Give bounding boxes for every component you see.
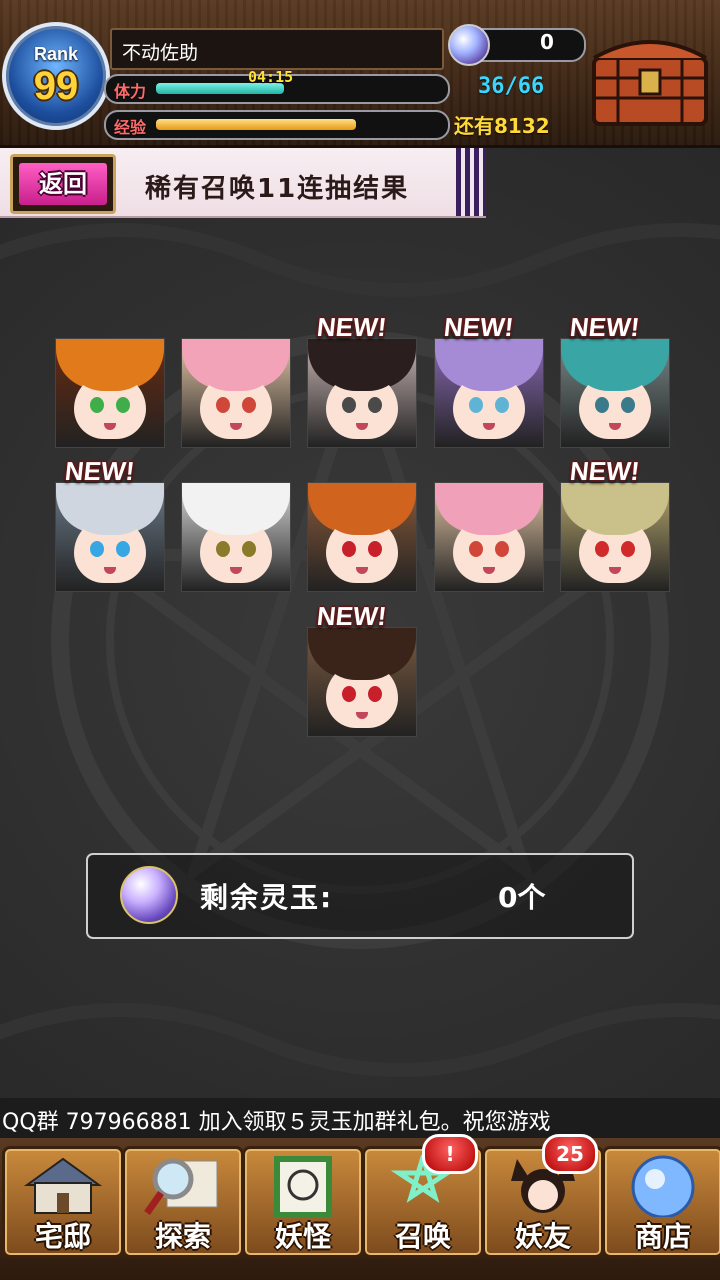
character-eye	[342, 686, 356, 702]
nav-label: 宅邸	[34, 1220, 91, 1253]
magnifier-map-icon	[143, 1155, 223, 1217]
character-eye	[621, 541, 635, 557]
summon-card[interactable]	[434, 338, 544, 448]
character-eye	[368, 397, 382, 413]
summon-card[interactable]	[55, 482, 165, 592]
exp-label: 经验	[114, 118, 147, 137]
summon-card[interactable]	[434, 482, 544, 592]
nav-label: 召唤	[394, 1220, 451, 1253]
notification-badge: 25	[542, 1134, 598, 1174]
scroll-icon	[263, 1155, 343, 1218]
back-button-label: 返回	[39, 170, 87, 198]
nav-button-宅邸[interactable]: 宅邸	[2, 1146, 124, 1258]
character-eye	[242, 541, 256, 557]
new-badge: NEW!	[442, 312, 515, 342]
summon-card[interactable]	[181, 338, 291, 448]
house-icon	[23, 1155, 103, 1217]
new-badge: NEW!	[568, 312, 641, 342]
character-eye	[216, 397, 230, 413]
rank-badge: Rank 99	[2, 22, 110, 130]
summon-card[interactable]	[55, 338, 165, 448]
character-eye	[595, 397, 609, 413]
spirit-orb-icon	[120, 866, 178, 924]
player-name-box: 不动佐助	[110, 28, 444, 70]
summon-card[interactable]	[560, 482, 670, 592]
summon-card[interactable]	[307, 627, 417, 737]
ticker-text: QQ群 797966881 加入领取５灵玉加群礼包。祝您游戏	[2, 1110, 551, 1135]
exp-fill	[156, 119, 356, 130]
new-badge: NEW!	[568, 456, 641, 486]
player-name: 不动佐助	[122, 42, 199, 64]
remaining-orbs-label: 剩余灵玉:	[200, 881, 334, 914]
character-eye	[342, 397, 356, 413]
nav-button-妖怪[interactable]: 妖怪	[242, 1146, 364, 1258]
nav-label: 探索	[154, 1220, 211, 1253]
character-eye	[116, 541, 130, 557]
back-button[interactable]: 返回	[10, 154, 116, 214]
character-eye	[242, 397, 256, 413]
character-eye	[90, 541, 104, 557]
nav-label: 妖友	[514, 1220, 571, 1253]
summon-card[interactable]	[181, 482, 291, 592]
character-eye	[495, 541, 509, 557]
character-eye	[621, 397, 635, 413]
stamina-label: 体力	[114, 82, 147, 101]
nav-label: 妖怪	[274, 1220, 331, 1253]
summon-card[interactable]	[307, 482, 417, 592]
character-eye	[368, 686, 382, 702]
new-badge: NEW!	[315, 312, 388, 342]
character-eye	[342, 541, 356, 557]
exp-bar: 经验	[104, 110, 450, 140]
new-badge: NEW!	[315, 601, 388, 631]
character-eye	[368, 541, 382, 557]
stamina-count: 36/66	[478, 74, 545, 99]
spirit-orb-icon	[448, 24, 490, 66]
character-eye	[469, 397, 483, 413]
summon-card[interactable]	[560, 338, 670, 448]
exp-remaining: 还有8132	[454, 114, 550, 138]
rank-value: 99	[33, 64, 79, 108]
character-eye	[469, 541, 483, 557]
character-eye	[595, 541, 609, 557]
character-eye	[90, 397, 104, 413]
announcement-ticker: QQ群 797966881 加入领取５灵玉加群礼包。祝您游戏	[0, 1098, 720, 1138]
nav-button-商店[interactable]: 商店	[602, 1146, 720, 1258]
character-eye	[495, 397, 509, 413]
page-title: 稀有召唤11连抽结果	[145, 174, 410, 204]
stamina-timer: 04:15	[248, 68, 294, 86]
nav-label: 商店	[634, 1220, 691, 1253]
treasure-chest-icon[interactable]	[588, 30, 712, 130]
remaining-orbs-value: 0个	[498, 881, 546, 914]
summon-card[interactable]	[307, 338, 417, 448]
new-badge: NEW!	[63, 456, 136, 486]
notification-badge: !	[422, 1134, 478, 1174]
orb-icon	[623, 1155, 703, 1219]
nav-button-探索[interactable]: 探索	[122, 1146, 244, 1258]
character-eye	[216, 541, 230, 557]
character-eye	[116, 397, 130, 413]
rank-label: Rank	[33, 44, 78, 64]
orb-count: 0	[540, 30, 554, 54]
